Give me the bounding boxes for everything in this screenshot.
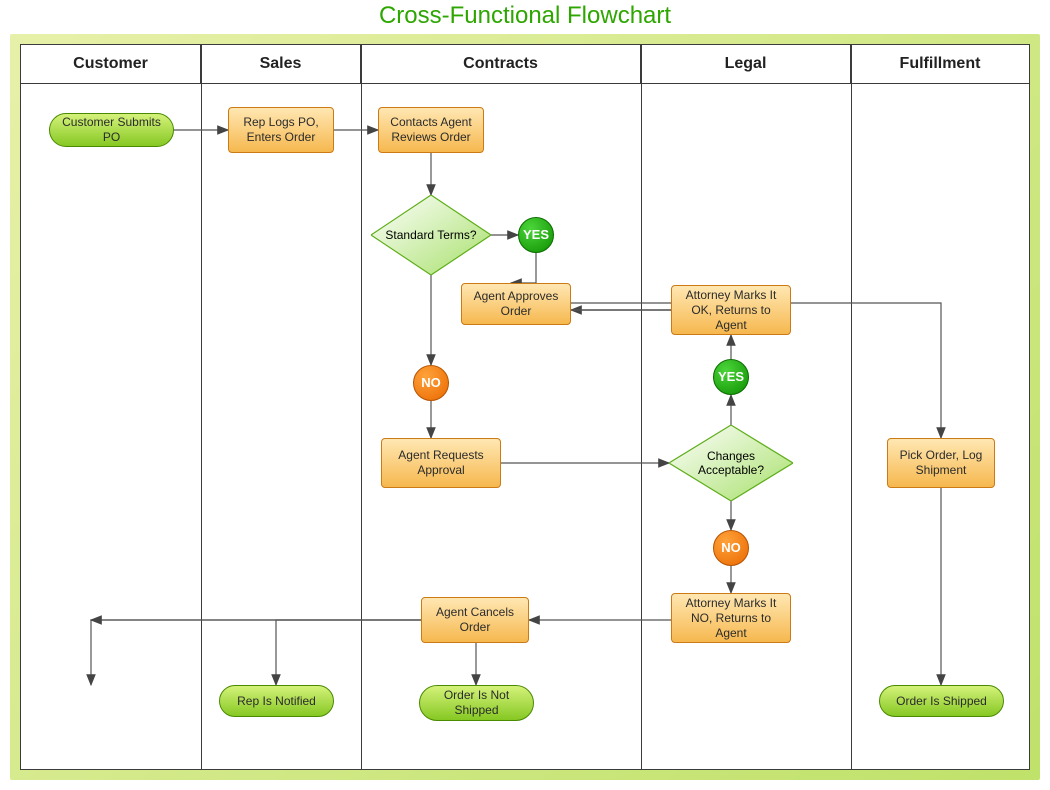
lane-divider-2 (361, 45, 362, 769)
lane-divider-3 (641, 45, 642, 769)
process-pick-order: Pick Order, Log Shipment (887, 438, 995, 488)
process-agent-cancels: Agent Cancels Order (421, 597, 529, 643)
process-rep-logs-po: Rep Logs PO, Enters Order (228, 107, 334, 153)
terminator-rep-notified: Rep Is Notified (219, 685, 334, 717)
process-agent-requests-approval: Agent Requests Approval (381, 438, 501, 488)
lane-header-customer: Customer (21, 45, 201, 83)
diagram-title: Cross-Functional Flowchart (0, 2, 1050, 30)
process-agent-approves: Agent Approves Order (461, 283, 571, 325)
decision-standard-terms: Standard Terms? (371, 195, 491, 275)
decision-changes-acceptable-label: Changes Acceptable? (669, 425, 793, 501)
process-contacts-agent-reviews: Contacts Agent Reviews Order (378, 107, 484, 153)
connectors-layer (21, 45, 1031, 771)
process-attorney-ok: Attorney Marks It OK, Returns to Agent (671, 285, 791, 335)
decision-changes-acceptable: Changes Acceptable? (669, 425, 793, 501)
connector-no-2: NO (713, 530, 749, 566)
process-attorney-no: Attorney Marks It NO, Returns to Agent (671, 593, 791, 643)
terminator-customer-submits-po: Customer Submits PO (49, 113, 174, 147)
connector-yes-2: YES (713, 359, 749, 395)
lane-divider-4 (851, 45, 852, 769)
connector-no-1: NO (413, 365, 449, 401)
lane-header-fulfillment: Fulfillment (851, 45, 1029, 83)
terminator-order-shipped: Order Is Shipped (879, 685, 1004, 717)
flowchart-frame: Cross-Functional Flowchart Customer Sale… (0, 0, 1050, 790)
terminator-order-not-shipped: Order Is Not Shipped (419, 685, 534, 721)
connector-yes-1: YES (518, 217, 554, 253)
decision-standard-terms-label: Standard Terms? (371, 195, 491, 275)
swimlane-pool: Customer Sales Contracts Legal Fulfillme… (20, 44, 1030, 770)
lane-header-contracts: Contracts (361, 45, 641, 83)
lane-header-sales: Sales (201, 45, 361, 83)
header-separator (21, 83, 1029, 84)
lane-divider-1 (201, 45, 202, 769)
lane-header-legal: Legal (641, 45, 851, 83)
